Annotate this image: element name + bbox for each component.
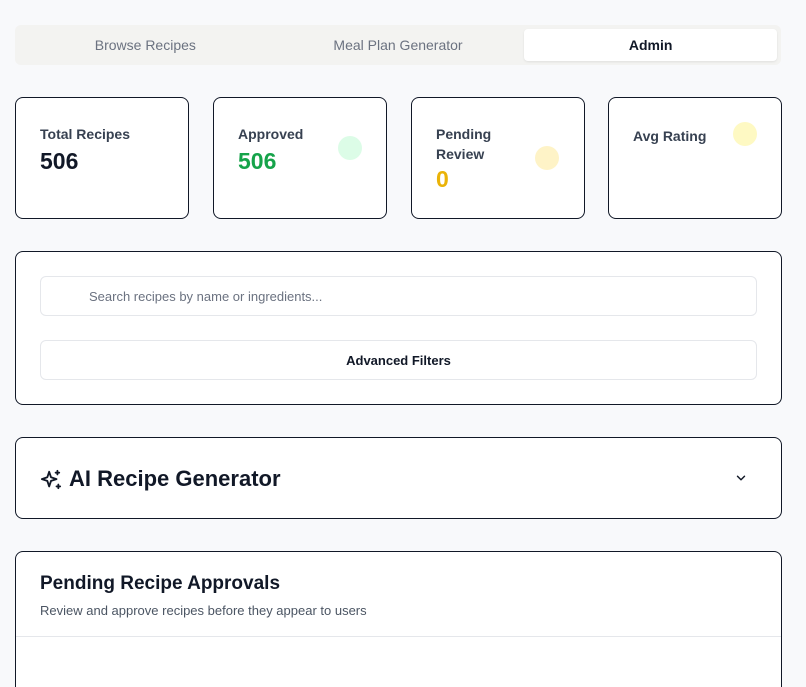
stat-card-avg-rating: Avg Rating [608,97,782,219]
pending-approvals-subtitle: Review and approve recipes before they a… [40,603,367,618]
status-indicator-icon [535,146,559,170]
main-tabs: Browse Recipes Meal Plan Generator Admin [15,25,781,65]
search-input[interactable] [40,276,757,316]
search-panel: Advanced Filters [15,251,782,405]
stat-label: Pending Review [436,126,492,162]
ai-generator-title: AI Recipe Generator [69,466,281,491]
stat-card-pending-review: Pending Review 0 [411,97,585,219]
sparkles-icon [40,469,62,490]
status-indicator-icon [338,136,362,160]
stat-card-total-recipes: Total Recipes 506 [15,97,189,219]
advanced-filters-button[interactable]: Advanced Filters [40,340,757,380]
star-indicator-icon [733,122,757,146]
pending-approvals-panel: Pending Recipe Approvals Review and appr… [15,551,782,687]
stat-card-approved: Approved 506 [213,97,387,219]
chevron-down-icon[interactable] [734,471,748,485]
stat-value: 506 [40,148,79,174]
tab-meal-plan-generator[interactable]: Meal Plan Generator [272,29,525,61]
ai-recipe-generator-panel[interactable]: AI Recipe Generator [15,437,782,519]
stat-value: 0 [436,166,449,192]
tab-admin[interactable]: Admin [524,29,778,61]
pending-approvals-title: Pending Recipe Approvals [40,573,281,594]
stat-label: Total Recipes [40,126,130,142]
divider [16,636,781,637]
tab-browse-recipes[interactable]: Browse Recipes [19,29,272,61]
